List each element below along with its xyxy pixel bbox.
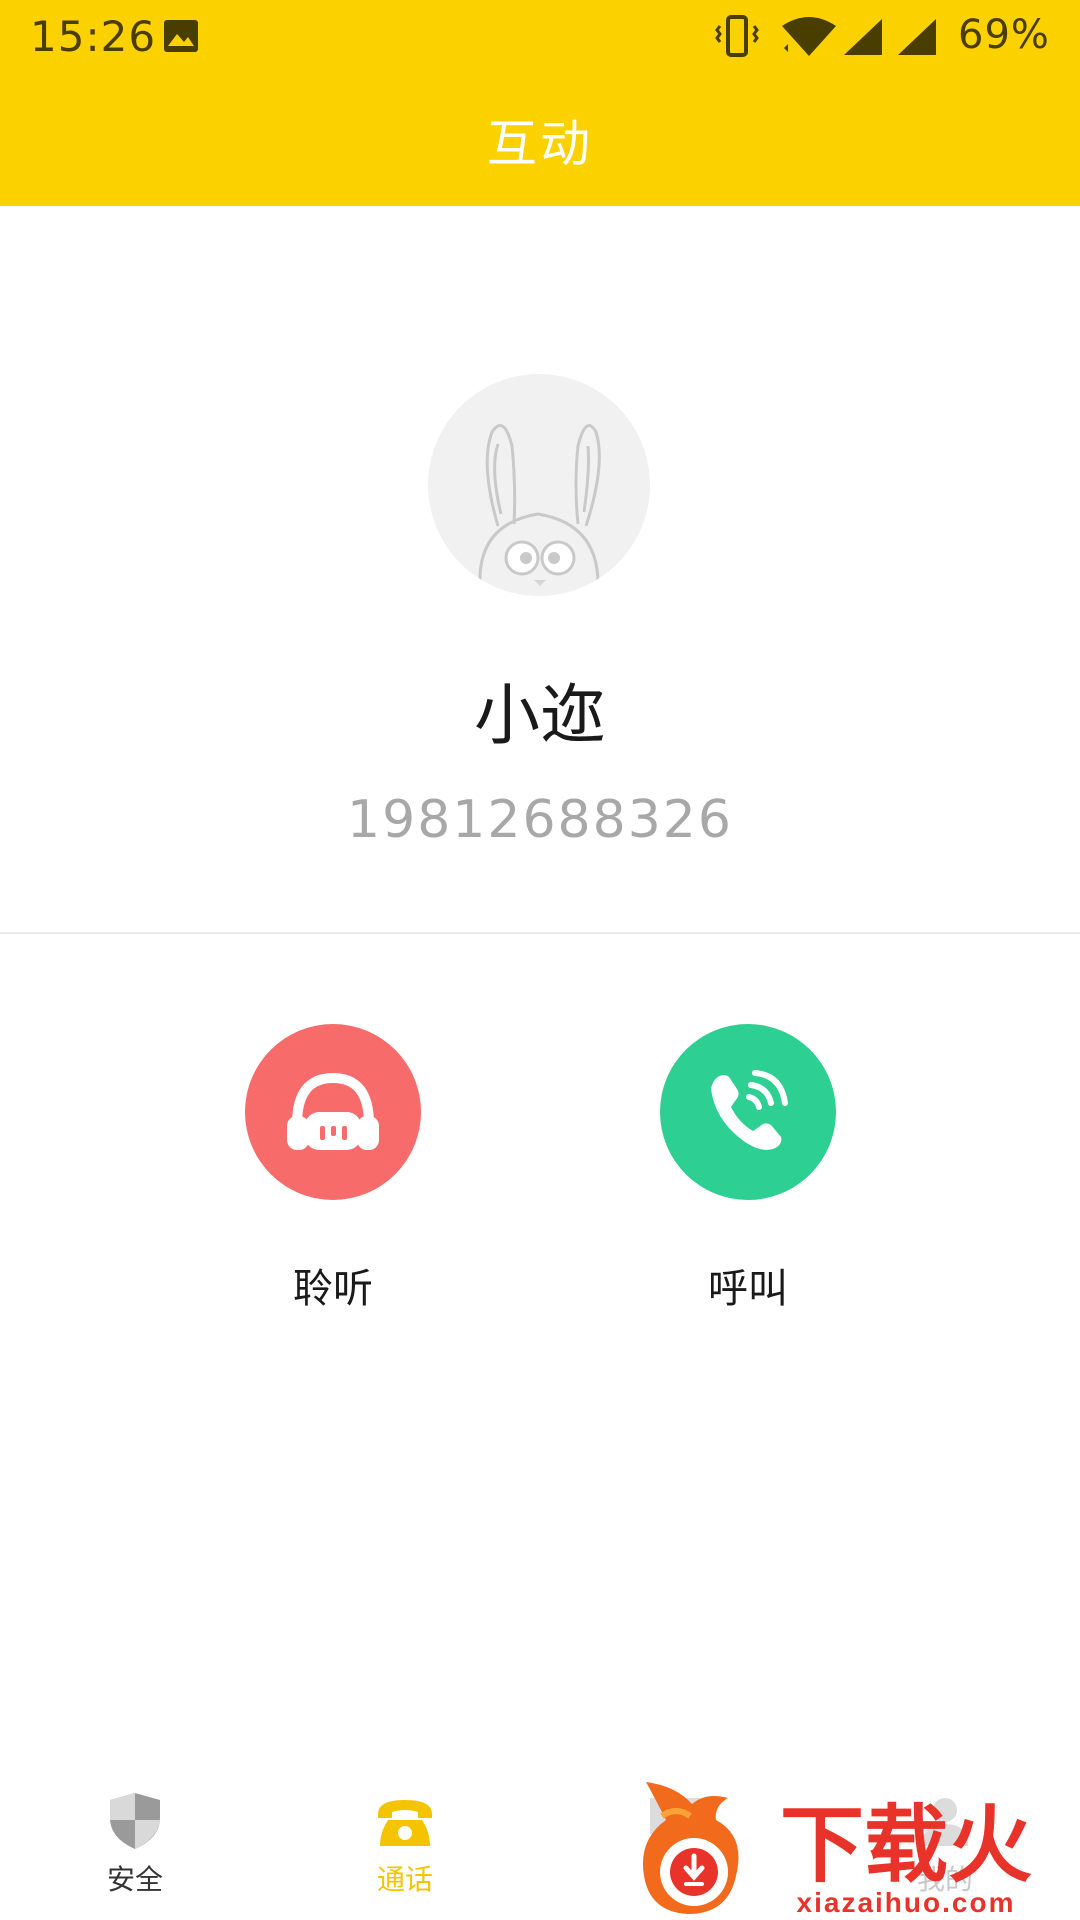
vibrate-icon: [715, 15, 759, 57]
call-label: 呼叫: [708, 1266, 788, 1312]
page-title: 互动: [487, 115, 593, 173]
tab-safety-label: 安全: [106, 1863, 163, 1896]
watermark-logo: 下载火 xiazaihuo.com: [642, 1782, 1032, 1918]
wifi-icon: [782, 17, 836, 56]
watermark-logo-text: 下载火: [780, 1798, 1032, 1892]
status-bar: 15:26 69%: [0, 0, 1080, 74]
watermark-url: xiazaihuo.com: [797, 1887, 1016, 1918]
call-button[interactable]: 呼叫: [660, 1024, 836, 1314]
contact-phone-number: 19812688326: [347, 790, 733, 850]
contact-name: 小迩: [474, 677, 606, 754]
tab-call[interactable]: 通话: [270, 1790, 540, 1898]
listen-label: 聆听: [293, 1266, 373, 1312]
status-time: 15:26: [30, 12, 157, 61]
signal-icon: [844, 19, 882, 55]
contact-avatar: [428, 374, 650, 596]
headphones-icon: [287, 1072, 379, 1150]
header-bar: 15:26 69% 互动: [0, 0, 1080, 206]
listen-button[interactable]: 聆听: [245, 1024, 421, 1314]
gallery-icon: [164, 20, 198, 52]
battery-percentage: 69%: [958, 12, 1050, 58]
call-circle[interactable]: [660, 1024, 836, 1200]
tab-safety[interactable]: 安全: [0, 1790, 270, 1898]
listen-circle[interactable]: [245, 1024, 421, 1200]
phone-call-icon: [711, 1070, 788, 1150]
rabbit-avatar-icon: [478, 424, 601, 586]
tab-call-label: 通话: [376, 1863, 433, 1896]
signal-icon: [898, 19, 936, 55]
shield-icon: [110, 1793, 160, 1849]
telephone-icon: [378, 1800, 432, 1846]
divider: [0, 932, 1080, 934]
